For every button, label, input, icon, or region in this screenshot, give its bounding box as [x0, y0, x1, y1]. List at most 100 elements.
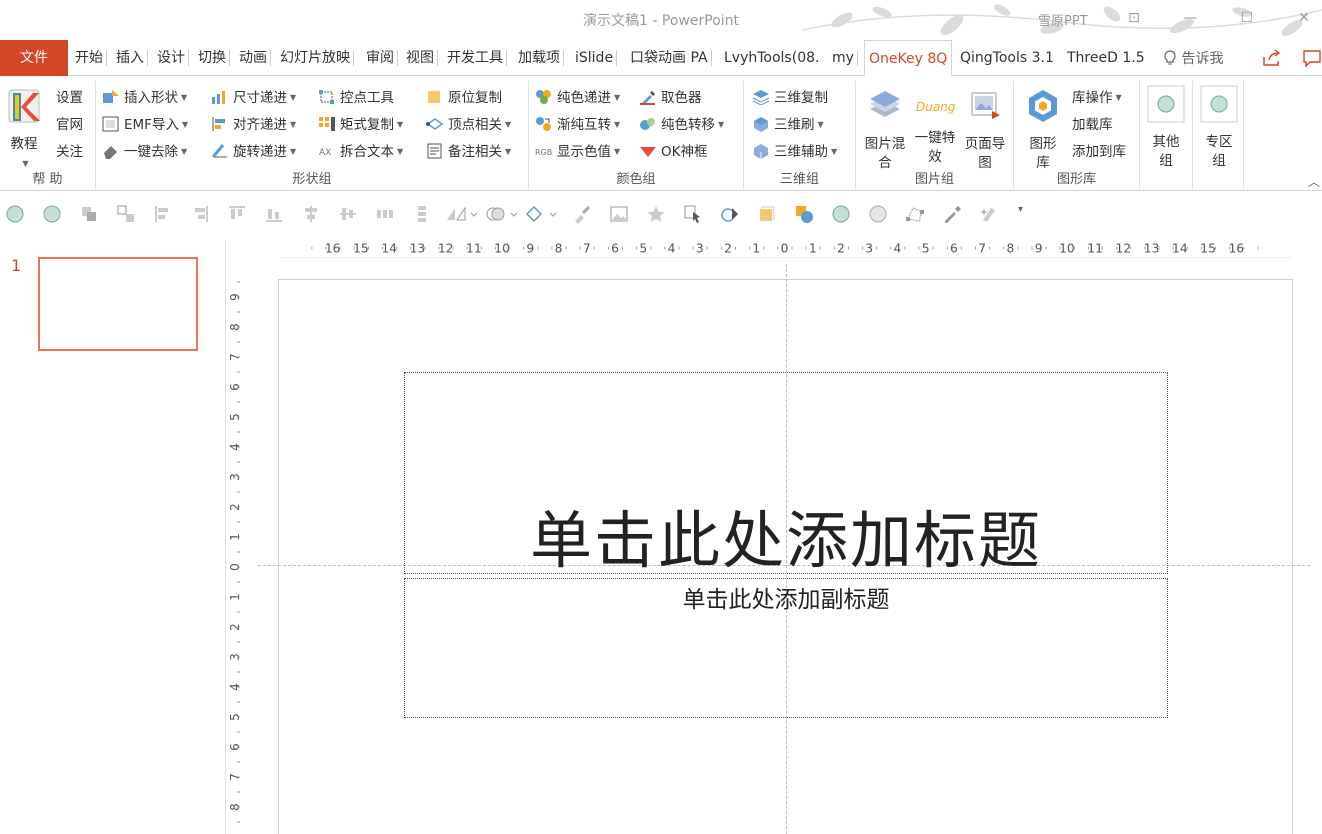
- customize-toolbar-icon[interactable]: ▾: [1018, 204, 1023, 215]
- tab-onekey[interactable]: OneKey 8Q: [864, 40, 953, 76]
- show-color-value-button[interactable]: RGB 显示色值 ▼: [535, 141, 620, 163]
- shape-merge-icon[interactable]: [794, 204, 814, 224]
- square-color-icon[interactable]: [757, 204, 777, 224]
- tab-qingtools[interactable]: QingTools 3.1: [960, 40, 1058, 76]
- slide-number: 1: [11, 256, 22, 275]
- timer-play-icon[interactable]: [720, 204, 740, 224]
- one-click-remove-button[interactable]: 一键去除 ▼: [102, 141, 187, 163]
- distribute-vertical-icon[interactable]: [412, 204, 432, 224]
- tab-home[interactable]: 开始: [75, 40, 107, 76]
- tab-design[interactable]: 设计: [157, 40, 189, 76]
- layers-icon[interactable]: [79, 204, 99, 224]
- close-button[interactable]: ✕: [1294, 8, 1314, 28]
- group-objects-icon[interactable]: [116, 204, 136, 224]
- ok-magic-frame-button[interactable]: OK神框: [639, 141, 707, 163]
- edit-points-icon[interactable]: [905, 204, 925, 224]
- ruler-label: 0: [230, 563, 242, 571]
- eyedropper-icon[interactable]: [942, 204, 962, 224]
- one-click-effect-button[interactable]: Duang 一键特 效: [910, 87, 960, 167]
- tab-view[interactable]: 视图: [406, 40, 438, 76]
- minimize-button[interactable]: —: [1180, 8, 1200, 28]
- settings-button[interactable]: 设置: [56, 87, 83, 109]
- title-placeholder-text[interactable]: 单击此处添加标题: [404, 490, 1168, 580]
- collapse-ribbon-icon[interactable]: ︿: [1308, 173, 1320, 190]
- label: 备注相关: [448, 144, 502, 160]
- ruler-label: 13: [1144, 241, 1160, 255]
- solid-color-transfer-button[interactable]: 纯色转移 ▼: [639, 114, 724, 136]
- tab-my[interactable]: my: [832, 40, 858, 76]
- color-picker-button[interactable]: 取色器: [639, 87, 702, 109]
- shape-library-button[interactable]: 图形 库: [1020, 87, 1066, 173]
- tab-insert[interactable]: 插入: [116, 40, 148, 76]
- comment-icon[interactable]: [1302, 49, 1322, 67]
- size-progression-button[interactable]: 尺寸递进 ▼: [211, 87, 296, 109]
- gradient-solid-swap-button[interactable]: 渐纯互转 ▼: [535, 114, 620, 136]
- 3d-brush-button[interactable]: 三维刷 ▼: [752, 114, 824, 136]
- tutorial-button[interactable]: 教程 ▼: [4, 87, 44, 174]
- circle-icon[interactable]: [5, 204, 25, 224]
- image-icon[interactable]: [609, 204, 629, 224]
- align-right-icon[interactable]: [190, 204, 210, 224]
- circle-outline-icon[interactable]: [868, 204, 888, 224]
- align-top-icon[interactable]: [227, 204, 247, 224]
- matrix-copy-button[interactable]: 矩式复制 ▼: [318, 114, 403, 136]
- distribute-horizontal-icon[interactable]: [375, 204, 395, 224]
- subtitle-placeholder-text[interactable]: 单击此处添加副标题: [404, 580, 1168, 614]
- solid-color-progression-button[interactable]: 纯色递进 ▼: [535, 87, 620, 109]
- align-progression-button[interactable]: 对齐递进 ▼: [211, 114, 296, 136]
- tell-me-search[interactable]: 告诉我: [1163, 40, 1223, 76]
- tab-review[interactable]: 审阅: [366, 40, 398, 76]
- insert-shape-button[interactable]: 插入形状 ▼: [102, 87, 187, 109]
- 3d-copy-button[interactable]: 三维复制: [752, 87, 828, 109]
- image-blend-button[interactable]: 图片混 合: [860, 87, 910, 173]
- zone-group-button[interactable]: 专区 组: [1199, 85, 1239, 171]
- tab-animations[interactable]: 动画: [239, 40, 271, 76]
- rotate-progression-button[interactable]: 旋转递进 ▼: [211, 141, 296, 163]
- tab-addins[interactable]: 加载项: [518, 40, 564, 76]
- chevron-down-icon: ▼: [505, 120, 512, 129]
- transform-icon[interactable]: [979, 204, 999, 224]
- align-center-icon[interactable]: [301, 204, 321, 224]
- add-to-library-button[interactable]: 添加到库: [1072, 141, 1126, 163]
- 3d-assist-button[interactable]: 三维辅助 ▼: [752, 141, 837, 163]
- load-library-button[interactable]: 加载库: [1072, 114, 1113, 136]
- emf-import-button[interactable]: EMF导入 ▼: [102, 114, 188, 136]
- follow-button[interactable]: 关注: [56, 141, 83, 163]
- tab-file[interactable]: 文件: [0, 40, 68, 76]
- tab-lvyhtools[interactable]: LvyhTools(08.: [724, 40, 822, 76]
- tab-islide[interactable]: iSlide: [575, 40, 618, 76]
- page-to-image-button[interactable]: 页面导 图: [960, 87, 1010, 173]
- tab-transitions[interactable]: 切换: [198, 40, 230, 76]
- align-left-icon[interactable]: [153, 204, 173, 224]
- circle-icon[interactable]: [831, 204, 851, 224]
- ruler-label: 1: [230, 533, 242, 541]
- align-middle-icon[interactable]: [338, 204, 358, 224]
- library-operations-button[interactable]: 库操作 ▼: [1072, 87, 1122, 109]
- handle-tool-button[interactable]: 控点工具: [318, 87, 394, 109]
- tab-slideshow[interactable]: 幻灯片放映: [280, 40, 354, 76]
- align-bottom-icon[interactable]: [264, 204, 284, 224]
- share-icon[interactable]: [1262, 49, 1282, 67]
- vertex-related-button[interactable]: 顶点相关 ▼: [426, 114, 511, 136]
- notes-related-button[interactable]: 备注相关 ▼: [426, 141, 511, 163]
- tab-pocket-animation[interactable]: 口袋动画 PA: [630, 40, 712, 76]
- select-icon[interactable]: [683, 204, 703, 224]
- circle-icon[interactable]: [42, 204, 62, 224]
- brush-icon[interactable]: [572, 204, 592, 224]
- other-group-button[interactable]: 其他 组: [1146, 85, 1186, 171]
- merge-shapes-icon[interactable]: [485, 204, 519, 224]
- slide-thumbnail[interactable]: [38, 257, 198, 351]
- tab-developer[interactable]: 开发工具: [447, 40, 507, 76]
- split-merge-text-button[interactable]: AX 拆合文本 ▼: [318, 141, 403, 163]
- flip-dropdown-icon[interactable]: [445, 204, 479, 224]
- website-button[interactable]: 官网: [56, 114, 83, 136]
- label: 插入形状: [124, 90, 178, 106]
- star-icon[interactable]: [646, 204, 666, 224]
- ribbon-display-options-icon[interactable]: ⊡: [1124, 8, 1144, 28]
- tab-threed[interactable]: ThreeD 1.5: [1067, 40, 1145, 76]
- in-place-copy-button[interactable]: 原位复制: [426, 87, 502, 109]
- ruler-label: 1: [809, 241, 817, 255]
- edit-shape-icon[interactable]: [524, 204, 558, 224]
- maximize-button[interactable]: ☐: [1237, 8, 1257, 28]
- account-name[interactable]: 雪原PPT: [1038, 10, 1088, 29]
